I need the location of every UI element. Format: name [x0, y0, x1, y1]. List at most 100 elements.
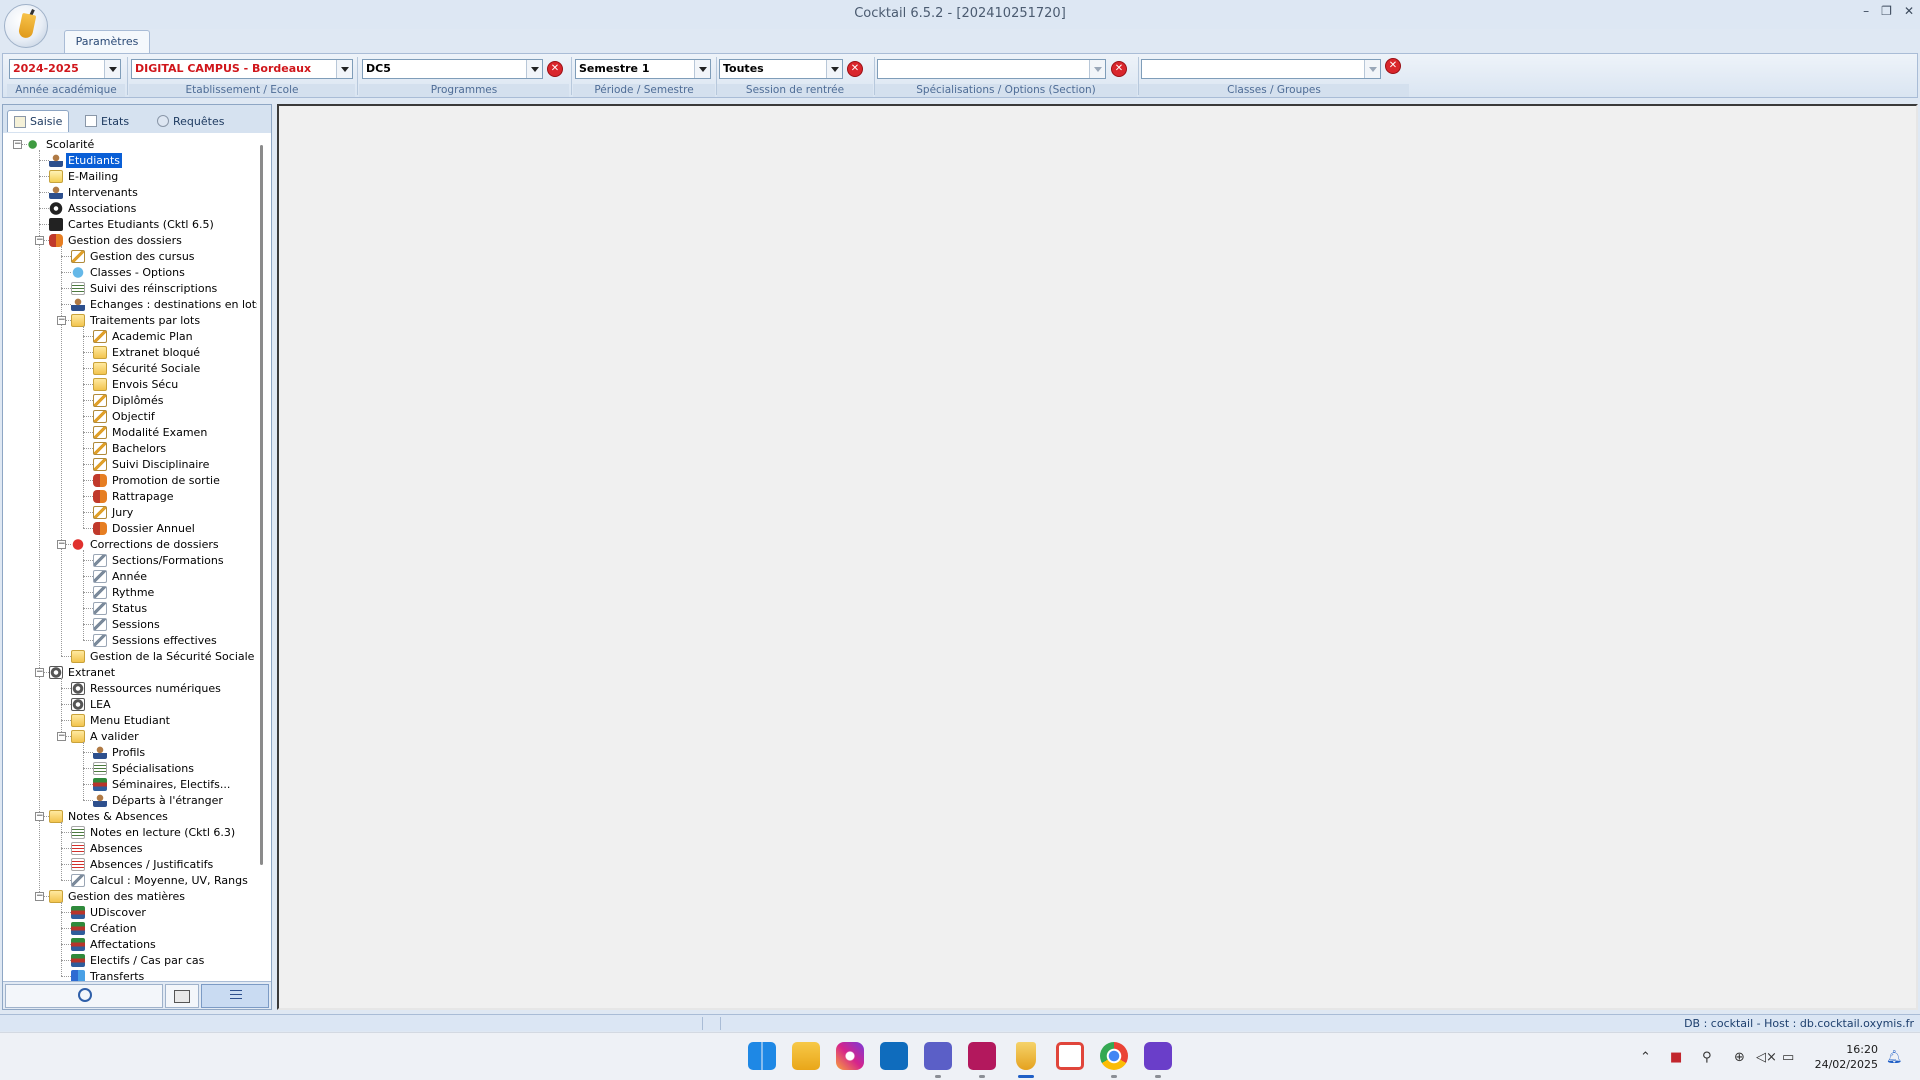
tree-item[interactable]: UDiscover [71, 905, 148, 920]
chevron-up-icon[interactable]: ⌃ [1640, 1050, 1651, 1065]
tree-item[interactable]: Séminaires, Electifs... [93, 777, 232, 792]
tree-item[interactable]: Echanges : destinations en lots [71, 297, 257, 312]
tree-item[interactable]: Corrections de dossiers [71, 537, 221, 552]
tree-item[interactable]: Sessions [93, 617, 162, 632]
cocktail-app-icon[interactable] [1016, 1042, 1036, 1070]
collapse-toggle-icon[interactable]: − [35, 892, 44, 901]
qobuz-icon[interactable] [1144, 1042, 1172, 1070]
snipping-tool-icon[interactable] [1056, 1042, 1084, 1070]
tab-etats[interactable]: Etats [79, 110, 135, 132]
tree-item[interactable]: Associations [49, 201, 138, 216]
collapse-toggle-icon[interactable]: − [57, 316, 66, 325]
specialization-select[interactable] [877, 59, 1106, 79]
favorites-button[interactable] [165, 984, 199, 1008]
tree-item[interactable]: Gestion de la Sécurité Sociale [71, 649, 256, 664]
tree-item[interactable]: Classes - Options [71, 265, 187, 280]
tree-item[interactable]: Création [71, 921, 139, 936]
academic-year-select[interactable]: 2024-2025 [9, 59, 121, 79]
tree-item[interactable]: Menu Etudiant [71, 713, 172, 728]
tree-item[interactable]: Bachelors [93, 441, 168, 456]
dropdown-arrow-icon[interactable] [694, 60, 710, 78]
session-select[interactable]: Toutes [719, 59, 843, 79]
collapse-toggle-icon[interactable]: − [35, 236, 44, 245]
classes-select[interactable] [1141, 59, 1381, 79]
tree-item[interactable]: Extranet [49, 665, 117, 680]
tree-item[interactable]: Année [93, 569, 149, 584]
tree-item[interactable]: Etudiants [49, 152, 124, 169]
tree-item[interactable]: Promotion de sortie [93, 473, 222, 488]
notifications-icon[interactable]: 🔔︎ [1886, 1050, 1903, 1065]
clear-classes-icon[interactable]: ✕ [1385, 58, 1401, 74]
tree-item[interactable]: Transferts [71, 969, 146, 981]
program-select[interactable]: DC5 [362, 59, 543, 79]
tree-item[interactable]: Diplômés [93, 393, 166, 408]
tree-item[interactable]: Sécurité Sociale [93, 361, 202, 376]
outlook-icon[interactable] [880, 1042, 908, 1070]
tree-item[interactable]: Ressources numériques [71, 681, 223, 696]
tree-item[interactable]: Suivi Disciplinaire [93, 457, 211, 472]
tree-item[interactable]: Rythme [93, 585, 156, 600]
start-icon[interactable] [748, 1042, 776, 1070]
app-menu-button[interactable] [4, 4, 48, 48]
tree-item[interactable]: Sections/Formations [93, 553, 226, 568]
tree-item[interactable]: Absences [71, 841, 145, 856]
collapse-toggle-icon[interactable]: − [57, 732, 66, 741]
school-select[interactable]: DIGITAL CAMPUS - Bordeaux [131, 59, 353, 79]
collapse-toggle-icon[interactable]: − [13, 140, 22, 149]
tree-item[interactable]: E-Mailing [49, 169, 120, 184]
teams-icon[interactable] [924, 1042, 952, 1070]
tree-item[interactable]: Envois Sécu [93, 377, 180, 392]
tree-item[interactable]: Départs à l'étranger [93, 793, 225, 808]
clear-session-icon[interactable]: ✕ [847, 61, 863, 77]
minimize-button[interactable]: – [1863, 4, 1869, 18]
collapse-toggle-icon[interactable]: − [57, 540, 66, 549]
restore-button[interactable]: ❐ [1881, 4, 1892, 18]
tree-item[interactable]: Absences / Justificatifs [71, 857, 215, 872]
dropdown-arrow-icon[interactable] [1364, 60, 1380, 78]
tree-item[interactable]: Gestion des cursus [71, 249, 197, 264]
tree-item[interactable]: Sessions effectives [93, 633, 219, 648]
network-icon[interactable]: ⊕ [1734, 1050, 1745, 1065]
tree-item[interactable]: Status [93, 601, 149, 616]
tree-view-button[interactable] [201, 984, 269, 1008]
tree-item[interactable]: Extranet bloqué [93, 345, 202, 360]
tree-item[interactable]: Traitements par lots [71, 313, 202, 328]
tree-item[interactable]: LEA [71, 697, 113, 712]
dropdown-arrow-icon[interactable] [104, 60, 120, 78]
semester-select[interactable]: Semestre 1 [575, 59, 711, 79]
search-button[interactable] [5, 984, 163, 1008]
tree-scrollbar[interactable] [260, 145, 263, 865]
tree-item[interactable]: Notes en lecture (Cktl 6.3) [71, 825, 237, 840]
tree-item[interactable]: Notes & Absences [49, 809, 170, 824]
close-button[interactable]: ✕ [1904, 4, 1914, 18]
tree-item[interactable]: Rattrapage [93, 489, 176, 504]
tree-item[interactable]: Jury [93, 505, 135, 520]
dropdown-arrow-icon[interactable] [1089, 60, 1105, 78]
tree-item[interactable]: Academic Plan [93, 329, 195, 344]
instagram-icon[interactable] [836, 1042, 864, 1070]
tree-item[interactable]: Spécialisations [93, 761, 196, 776]
ribbon-tab-parametres[interactable]: Paramètres [64, 30, 150, 54]
tree-item[interactable]: Scolarité [27, 137, 96, 152]
tree-item[interactable]: A valider [71, 729, 141, 744]
microphone-icon[interactable]: ⚲ [1702, 1050, 1712, 1065]
dropdown-arrow-icon[interactable] [526, 60, 542, 78]
dropdown-arrow-icon[interactable] [336, 60, 352, 78]
tab-requetes[interactable]: Requêtes [151, 110, 230, 132]
battery-icon[interactable]: ▭ [1782, 1050, 1794, 1065]
clear-program-icon[interactable]: ✕ [547, 61, 563, 77]
tree-item[interactable]: Cartes Etudiants (Cktl 6.5) [49, 217, 216, 232]
tree-item[interactable]: Gestion des matières [49, 889, 187, 904]
tree-item[interactable]: Dossier Annuel [93, 521, 197, 536]
tree-item[interactable]: Gestion des dossiers [49, 233, 184, 248]
tree-item[interactable]: Affectations [71, 937, 158, 952]
app-tray-icon[interactable]: ■ [1670, 1050, 1682, 1065]
tree-item[interactable]: Electifs / Cas par cas [71, 953, 206, 968]
harvest-icon[interactable] [968, 1042, 996, 1070]
tab-saisie[interactable]: Saisie [7, 110, 70, 132]
tree-item[interactable]: Objectif [93, 409, 157, 424]
collapse-toggle-icon[interactable]: − [35, 668, 44, 677]
tree-item[interactable]: Profils [93, 745, 147, 760]
file-explorer-icon[interactable] [792, 1042, 820, 1070]
clock[interactable]: 16:20 24/02/2025 [1815, 1042, 1878, 1072]
